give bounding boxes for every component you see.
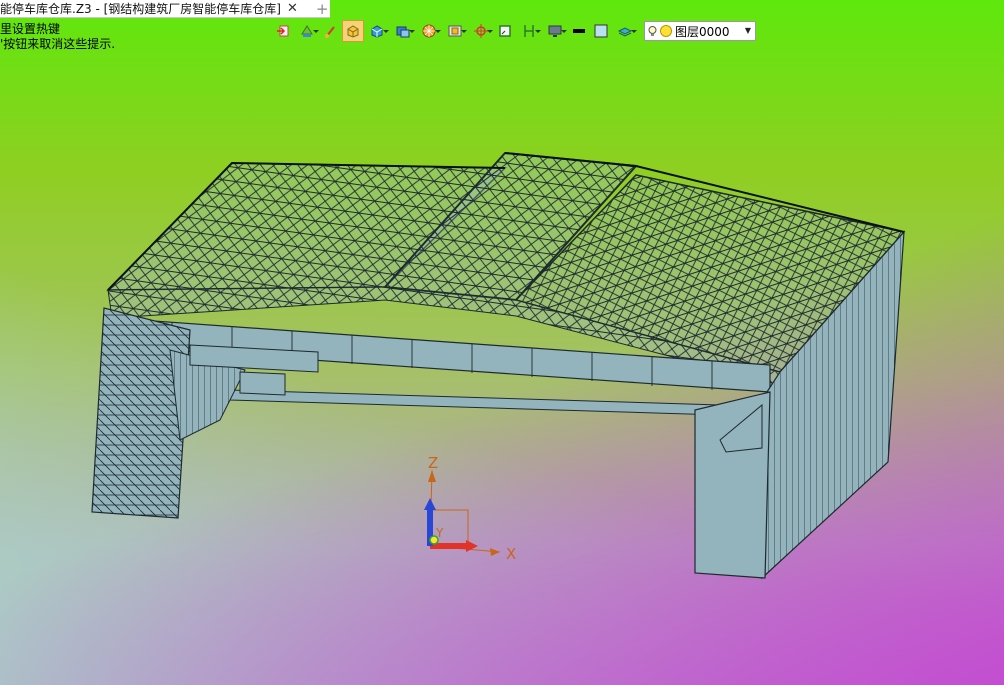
layer-select-value: 图层0000 xyxy=(675,24,730,39)
hint-text: 里设置热键 '按钮来取消这些提示. xyxy=(0,22,115,52)
monitor-button[interactable] xyxy=(542,20,568,42)
left-wall xyxy=(91,307,191,519)
standard-views-icon xyxy=(396,26,410,38)
document-tab-title: 能停车库仓库.Z3 - [钢结构建筑厂房智能停车库仓库] xyxy=(0,2,281,16)
monitor-icon xyxy=(548,25,562,37)
shaded-view-icon xyxy=(347,25,359,38)
render-options-icon xyxy=(422,24,436,38)
cube-view-icon xyxy=(371,25,383,38)
display-mode-button[interactable] xyxy=(294,20,320,42)
line-weight-button[interactable] xyxy=(568,20,590,42)
front-lintel xyxy=(229,389,721,416)
dimension-button[interactable] xyxy=(516,20,542,42)
shaded-view-button[interactable] xyxy=(342,20,364,42)
display-mode-icon xyxy=(301,25,313,37)
layer-color-dot xyxy=(660,25,672,37)
import-icon xyxy=(277,25,289,37)
axis-y-label: Y xyxy=(435,526,444,540)
close-icon[interactable]: ✕ xyxy=(287,1,298,16)
cube-view-button[interactable] xyxy=(364,20,390,42)
line-weight-icon xyxy=(573,29,585,33)
standard-views-button[interactable] xyxy=(390,20,416,42)
zoom-window-button[interactable] xyxy=(442,20,468,42)
document-tab[interactable]: 能停车库仓库.Z3 - [钢结构建筑厂房智能停车库仓库] ✕ xyxy=(0,0,302,17)
steel-structure-model[interactable]: X Z Y xyxy=(0,0,1004,685)
import-button[interactable] xyxy=(272,20,294,42)
axis-x-label: X xyxy=(506,545,516,563)
layer-icon xyxy=(618,27,632,37)
brush-icon xyxy=(325,26,335,38)
snap-button[interactable] xyxy=(468,20,494,42)
layer-manager-button[interactable] xyxy=(612,20,638,42)
axis-triad: X Z Y xyxy=(424,454,516,563)
chevron-down-icon: ▼ xyxy=(744,26,751,35)
document-tab-bar: 能停车库仓库.Z3 - [钢结构建筑厂房智能停车库仓库] ✕ + xyxy=(0,0,330,18)
hint-line-1: 里设置热键 xyxy=(0,22,61,36)
color-button[interactable] xyxy=(590,20,612,42)
sketch-plane-icon xyxy=(499,25,511,37)
new-tab-icon[interactable]: + xyxy=(316,0,329,18)
render-options-button[interactable] xyxy=(416,20,442,42)
view-toolbar: 图层0000 ▼ xyxy=(272,19,756,43)
axis-z-label: Z xyxy=(428,454,438,472)
dimension-icon xyxy=(524,25,534,37)
layer-select[interactable]: 图层0000 ▼ xyxy=(644,21,756,41)
color-icon xyxy=(594,24,608,38)
snap-icon xyxy=(474,24,488,38)
left-inner-ledge-2 xyxy=(239,371,286,396)
hint-line-2: '按钮来取消这些提示. xyxy=(0,37,116,51)
brush-button[interactable] xyxy=(320,20,342,42)
lightbulb-icon xyxy=(648,25,657,36)
sketch-plane-button[interactable] xyxy=(494,20,516,42)
zoom-window-icon xyxy=(448,25,462,37)
